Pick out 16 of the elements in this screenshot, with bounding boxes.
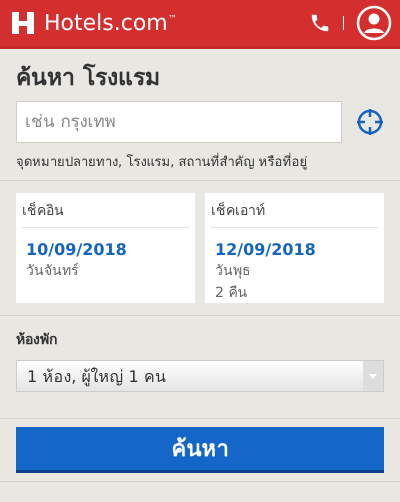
- date-card[interactable]: เช็คอิน 10/09/2018 วันจันทร์: [16, 193, 195, 303]
- date-value: 10/09/2018: [26, 240, 128, 259]
- rooms-select[interactable]: 1 ห้อง, ผู้ใหญ่ 1 คน: [16, 360, 384, 392]
- page-title: ค้นหา โรงแรม: [16, 62, 162, 93]
- date-value: 12/09/2018: [215, 240, 317, 259]
- search-button[interactable]: ค้นหา: [16, 427, 384, 473]
- date-detail: วันจันทร์: [26, 262, 80, 281]
- brand-name: Hotels.com$^{™}$: [44, 10, 178, 36]
- hint-text: จุดหมายปลายทาง, โรงแรม, สถานที่สำคัญ หรือที่อยู่: [16, 151, 384, 172]
- date-card[interactable]: เช็คเอาท์ 12/09/2018 วันพุธ 2 คืน: [205, 193, 384, 303]
- rooms-label: ห้องพัก: [16, 331, 58, 350]
- date-detail: 2 คืน: [215, 284, 248, 303]
- date-detail: วันพุธ: [215, 262, 252, 281]
- date-label: เช็คอิน: [22, 193, 189, 228]
- destination-field[interactable]: เช่น กรุงเทพ: [16, 101, 342, 143]
- date-label: เช็คเอาท์: [211, 193, 378, 228]
